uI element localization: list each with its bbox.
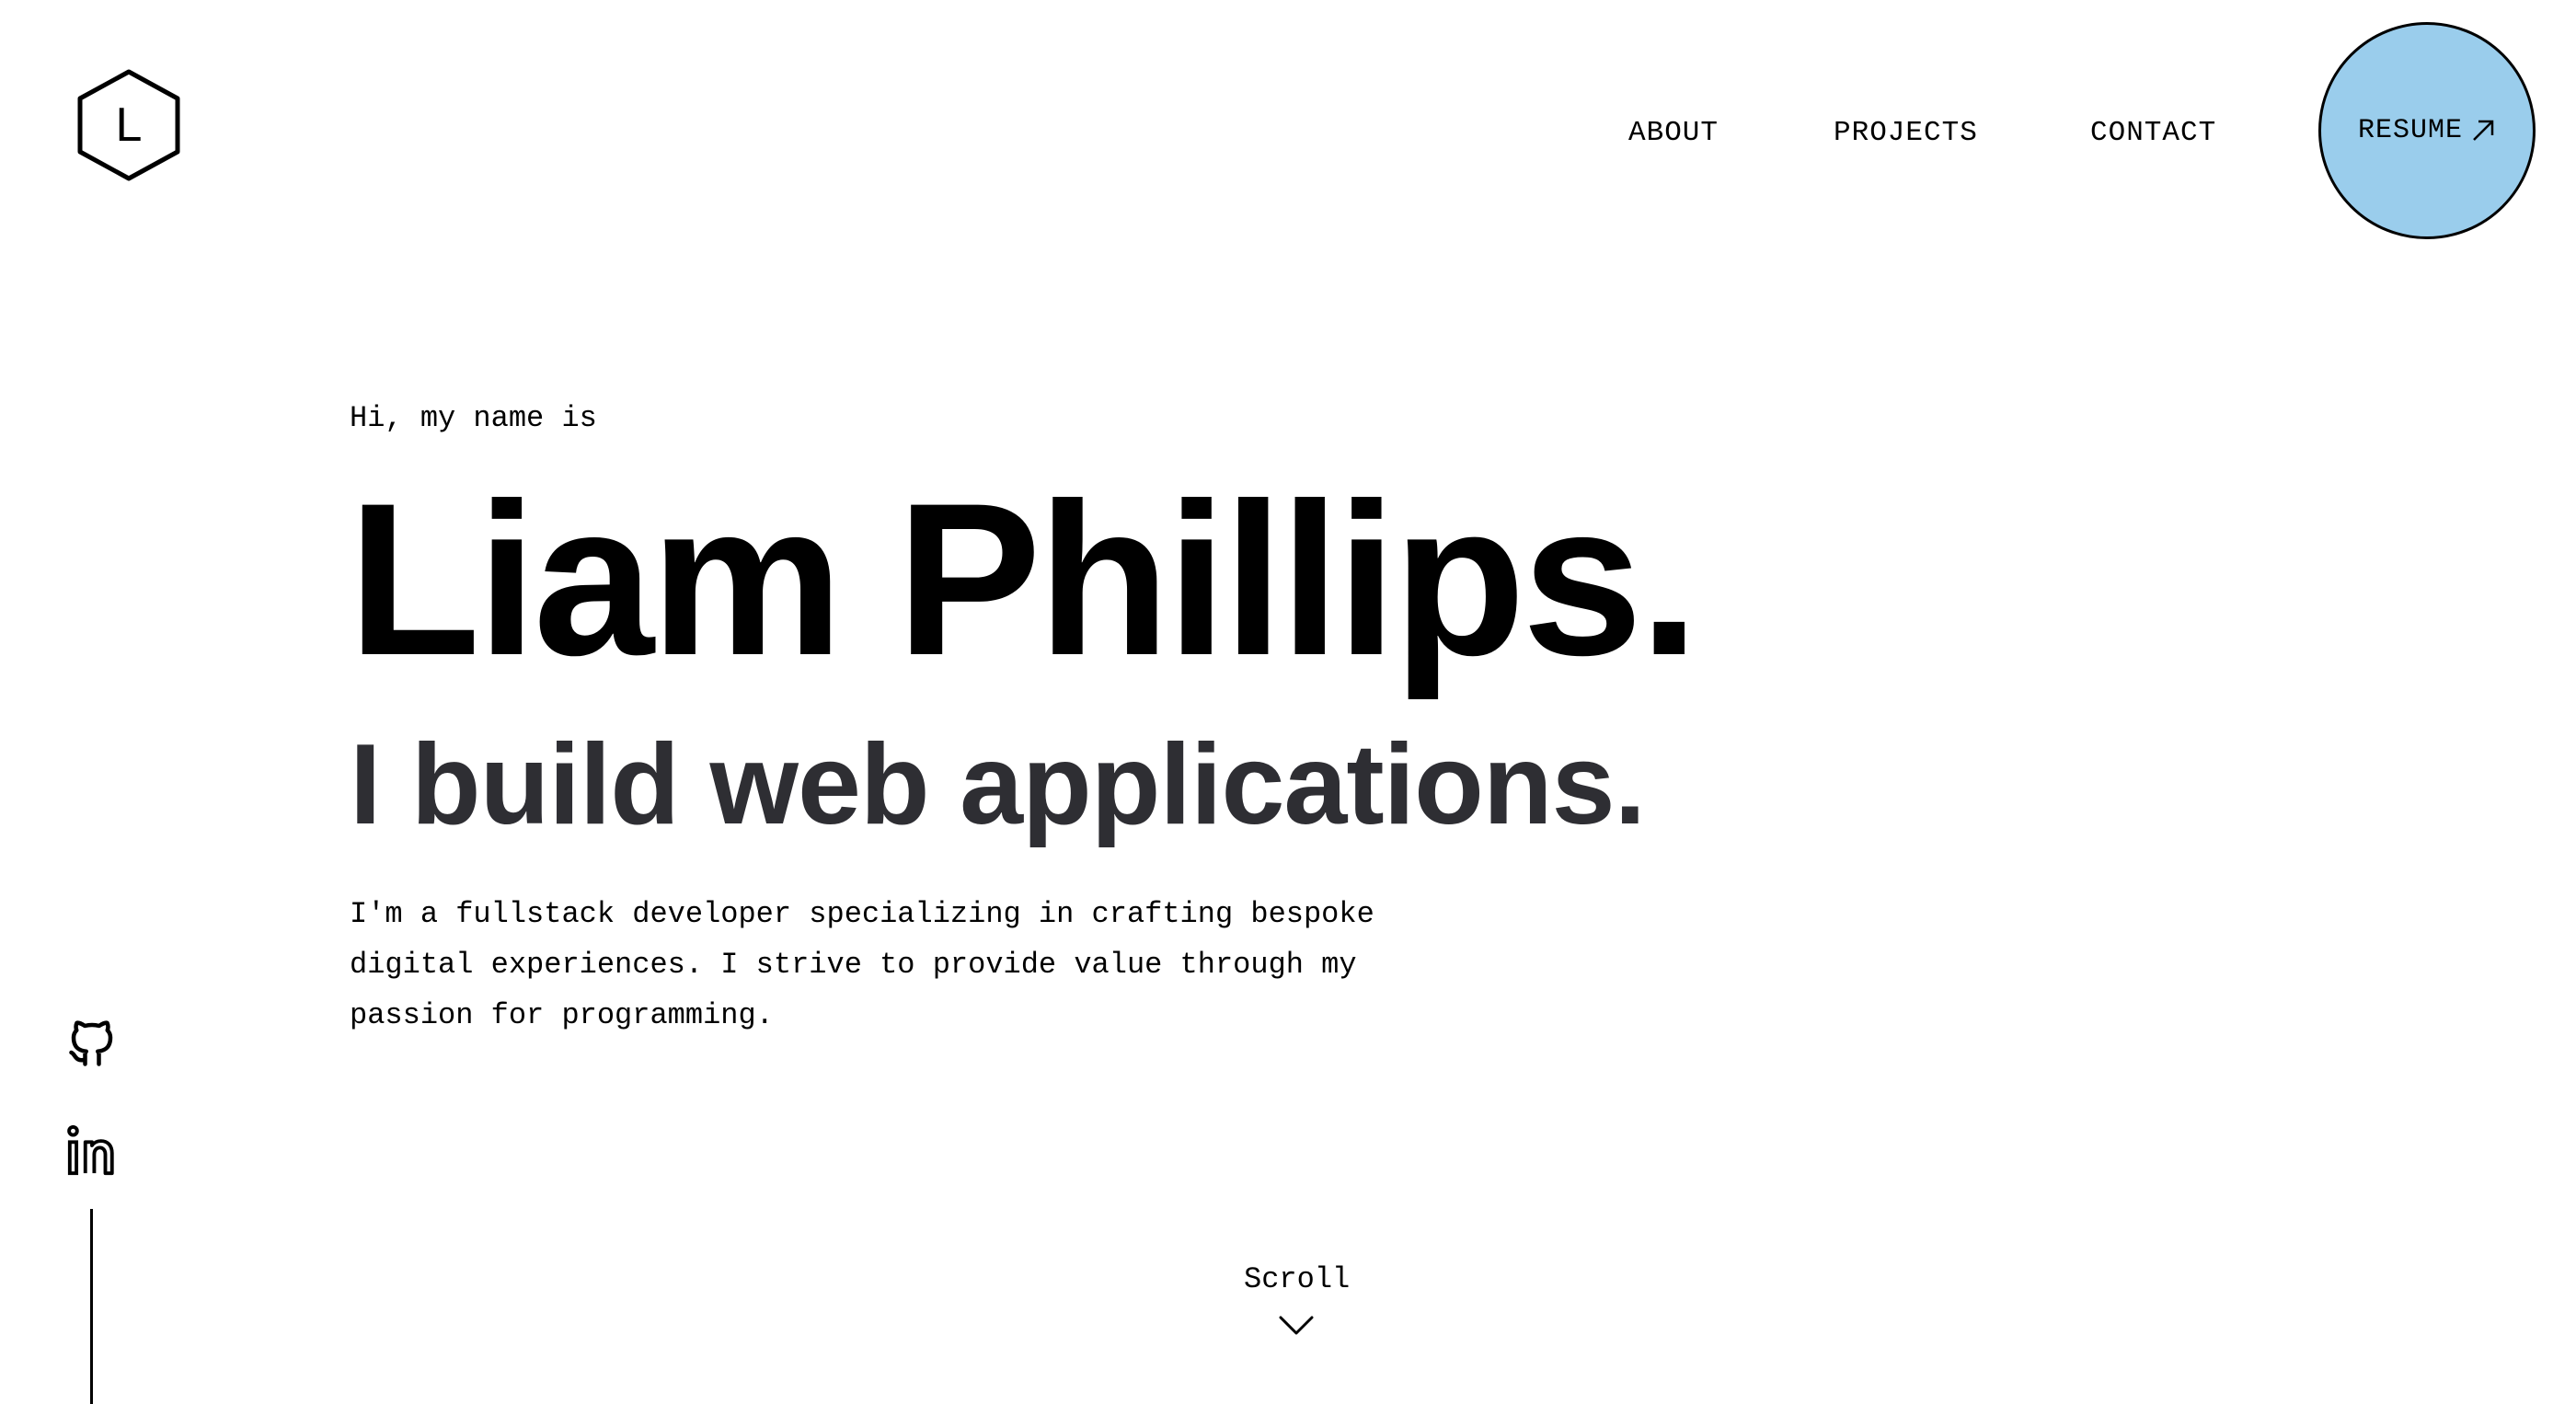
resume-label: RESUME [2357,115,2464,146]
hero-bio: I'm a fullstack developer specializing i… [350,897,1374,1032]
arrow-up-right-icon [2473,120,2494,141]
nav-projects-link[interactable]: PROJECTS [1834,112,1978,155]
chevron-down-icon[interactable] [1278,1314,1315,1338]
nav-contact-link[interactable]: CONTACT [2090,112,2216,155]
hero-tagline: I build web applications. [350,721,1646,848]
resume-button[interactable]: RESUME [2318,22,2536,239]
linkedin-icon[interactable] [64,1124,120,1178]
github-icon[interactable] [64,1014,120,1073]
greeting-text: Hi, my name is [350,401,597,435]
scroll-label[interactable]: Scroll [1244,1262,1350,1296]
hero-name: Liam Phillips. [348,458,1699,701]
social-divider-line [90,1209,93,1404]
logo-letter: L [115,98,143,152]
nav-about-link[interactable]: ABOUT [1628,112,1719,155]
